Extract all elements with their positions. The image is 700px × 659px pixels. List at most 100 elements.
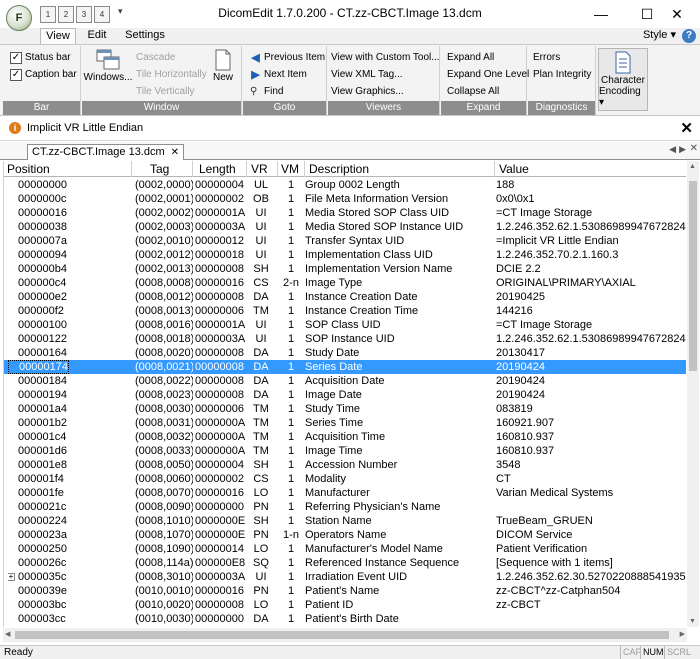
view-xml-tag-button[interactable]: View XML Tag...	[331, 67, 403, 83]
row-position-text: 000001d6	[18, 445, 67, 457]
column-header-description[interactable]: Description	[305, 161, 495, 177]
row-length: 00000008	[195, 389, 244, 401]
view-graphics-button[interactable]: View Graphics...	[331, 84, 404, 100]
table-row[interactable]: 000001fe (0008,0070) 00000016 LO 1 Manufactur…	[4, 486, 686, 500]
row-description: Acquisition Time	[305, 431, 386, 443]
column-header-position[interactable]: Position	[4, 161, 132, 177]
table-row[interactable]: 000001f4 (0008,0060) 00000002 CS 1 Modality CT	[4, 472, 686, 486]
table-row[interactable]: 000003cc (0010,0030) 00000000 DA 1 Patient's …	[4, 612, 686, 626]
plan-integrity-button[interactable]: Plan Integrity	[533, 67, 591, 83]
expand-one-level-button[interactable]: Expand One Level	[447, 67, 529, 83]
next-item-button[interactable]: ▶ Next Item	[250, 67, 307, 83]
view-custom-tool-button[interactable]: View with Custom Tool...	[331, 50, 440, 66]
table-row[interactable]: 000001d6 (0008,0033) 0000000A TM 1 Image Time…	[4, 444, 686, 458]
tab-scroll-left-icon[interactable]: ◀	[669, 144, 676, 155]
scroll-lock-indicator: SCRL	[664, 646, 693, 659]
tab-scroll-right-icon[interactable]: ▶	[679, 144, 686, 155]
table-row[interactable]: 00000100 (0008,0016) 0000001A UI 1 SOP Class …	[4, 318, 686, 332]
table-row[interactable]: 000000b4 (0002,0013) 00000008 SH 1 Implementa…	[4, 262, 686, 276]
table-row[interactable]: +0000035c (0008,3010) 0000003A UI 1 Irradiati…	[4, 570, 686, 584]
column-header-length[interactable]: Length	[193, 161, 247, 177]
cascade-button[interactable]: Cascade	[136, 50, 175, 66]
table-row[interactable]: 00000250 (0008,1090) 00000014 LO 1 Manufactur…	[4, 542, 686, 556]
row-description: File Meta Information Version	[305, 193, 449, 205]
close-document-icon[interactable]: ✕	[690, 143, 698, 154]
scroll-left-icon[interactable]: ◀	[5, 630, 10, 638]
minimize-button[interactable]: —	[578, 0, 624, 28]
column-header-tag[interactable]: Tag	[132, 161, 193, 177]
vertical-scroll-thumb[interactable]	[689, 181, 697, 371]
table-row[interactable]: 00000194 (0008,0023) 00000008 DA 1 Image Date…	[4, 388, 686, 402]
table-row[interactable]: 00000224 (0008,1010) 0000000E SH 1 Station Na…	[4, 514, 686, 528]
column-header-value[interactable]: Value	[495, 161, 686, 177]
row-value	[496, 500, 686, 514]
tile-vertically-button[interactable]: Tile Vertically	[136, 84, 195, 100]
horizontal-scrollbar[interactable]: ◀ ▶	[3, 628, 687, 642]
windows-label: Windows...	[83, 72, 133, 83]
document-tab[interactable]: CT.zz-CBCT.Image 13.dcm ✕	[27, 144, 185, 160]
character-encoding-button[interactable]: Character Encoding ▾	[598, 48, 648, 111]
row-value: 1.2.246.352.62.30.5270220888541935333	[496, 571, 686, 583]
caption-bar-checkbox[interactable]: ✓ Caption bar	[10, 67, 77, 83]
row-vr: LO	[253, 543, 269, 555]
table-row[interactable]: 0000021c (0008,0090) 00000000 PN 1 Referring …	[4, 500, 686, 514]
table-row[interactable]: 000000c4 (0008,0008) 00000016 CS 2-n Image Ty…	[4, 276, 686, 290]
scroll-right-icon[interactable]: ▶	[680, 630, 685, 638]
row-description: Referring Physician's Name	[305, 501, 441, 513]
horizontal-scroll-thumb[interactable]	[15, 631, 669, 639]
table-row[interactable]: 000001e8 (0008,0050) 00000004 SH 1 Accession …	[4, 458, 686, 472]
table-row[interactable]: 000000f2 (0008,0013) 00000006 TM 1 Instance C…	[4, 304, 686, 318]
table-row[interactable]: 000001b2 (0008,0031) 0000000A TM 1 Series Tim…	[4, 416, 686, 430]
tab-view[interactable]: View	[40, 28, 76, 45]
table-row[interactable]: 00000094 (0002,0012) 00000018 UI 1 Implementa…	[4, 248, 686, 262]
tab-edit[interactable]: Edit	[82, 28, 112, 44]
scroll-up-icon[interactable]: ▲	[689, 163, 696, 170]
tab-settings[interactable]: Settings	[122, 28, 168, 44]
collapse-all-button[interactable]: Collapse All	[447, 84, 499, 100]
new-window-button[interactable]: New	[208, 48, 238, 83]
row-tag: (0002,0002)	[135, 207, 193, 219]
find-button[interactable]: ⚲ Find	[250, 84, 283, 100]
row-value: 1.2.246.352.70.2.1.160.3	[496, 249, 619, 261]
table-row[interactable]: 000001c4 (0008,0032) 0000000A TM 1 Acquisitio…	[4, 430, 686, 444]
errors-button[interactable]: Errors	[533, 50, 560, 66]
table-row[interactable]: 0000023a (0008,1070) 0000000E PN 1-n Operator…	[4, 528, 686, 542]
style-menu[interactable]: Style ▾	[643, 28, 676, 41]
table-row[interactable]: 00000164 (0008,0020) 00000008 DA 1 Study Date…	[4, 346, 686, 360]
status-bar-checkbox[interactable]: ✓ Status bar	[10, 50, 71, 66]
table-row[interactable]: 00000174 (0008,0021) 00000008 DA 1 Series Dat…	[4, 360, 686, 374]
expand-all-button[interactable]: Expand All	[447, 50, 494, 66]
info-bar-close-icon[interactable]: ✕	[680, 119, 693, 137]
column-header-vm[interactable]: VM	[278, 161, 305, 177]
app-menu-button[interactable]: F	[6, 5, 32, 31]
table-row[interactable]: 00000038 (0002,0003) 0000003A UI 1 Media Stor…	[4, 220, 686, 234]
table-row[interactable]: 000000e2 (0008,0012) 00000008 DA 1 Instance C…	[4, 290, 686, 304]
tile-horizontally-button[interactable]: Tile Horizontally	[136, 67, 207, 83]
row-tag: (0008,0016)	[135, 319, 193, 331]
scroll-down-icon[interactable]: ▼	[689, 618, 696, 625]
help-icon[interactable]: ?	[682, 29, 696, 43]
table-row[interactable]: 00000184 (0008,0022) 00000008 DA 1 Acquisitio…	[4, 374, 686, 388]
table-row[interactable]: 00000122 (0008,0018) 0000003A UI 1 SOP Instan…	[4, 332, 686, 346]
previous-item-button[interactable]: ◀ Previous Item	[250, 50, 325, 66]
table-row[interactable]: 000001a4 (0008,0030) 00000006 TM 1 Study Time…	[4, 402, 686, 416]
table-row[interactable]: 00000016 (0002,0002) 0000001A UI 1 Media Stor…	[4, 206, 686, 220]
table-row[interactable]: 000003bc (0010,0020) 00000008 LO 1 Patient ID…	[4, 598, 686, 612]
table-row[interactable]: 00000000 (0002,0000) 00000004 UL 1 Group 0002…	[4, 178, 686, 192]
row-vm: 2-n	[283, 277, 299, 289]
column-header-vr[interactable]: VR	[247, 161, 278, 177]
expand-icon[interactable]: +	[8, 573, 15, 581]
expand-all-label: Expand All	[447, 52, 495, 63]
row-vm: 1	[287, 459, 295, 471]
table-row[interactable]: 0000026c (0008,114a) 000000E8 SQ 1 Referenced…	[4, 556, 686, 570]
row-description: Accession Number	[305, 459, 398, 471]
windows-button[interactable]: Windows...	[84, 48, 132, 83]
row-vr: PN	[253, 529, 269, 541]
table-row[interactable]: 0000000c (0002,0001) 00000002 OB 1 File Meta …	[4, 192, 686, 206]
document-tab-close-icon[interactable]: ✕	[171, 145, 179, 160]
table-row[interactable]: 0000039e (0010,0010) 00000016 PN 1 Patient's …	[4, 584, 686, 598]
table-row[interactable]: 0000007a (0002,0010) 00000012 UI 1 Transfer S…	[4, 234, 686, 248]
close-button[interactable]: ✕	[654, 0, 700, 28]
row-value: 0x0\0x1	[496, 193, 535, 205]
vertical-scrollbar[interactable]: ▲ ▼	[687, 161, 699, 627]
